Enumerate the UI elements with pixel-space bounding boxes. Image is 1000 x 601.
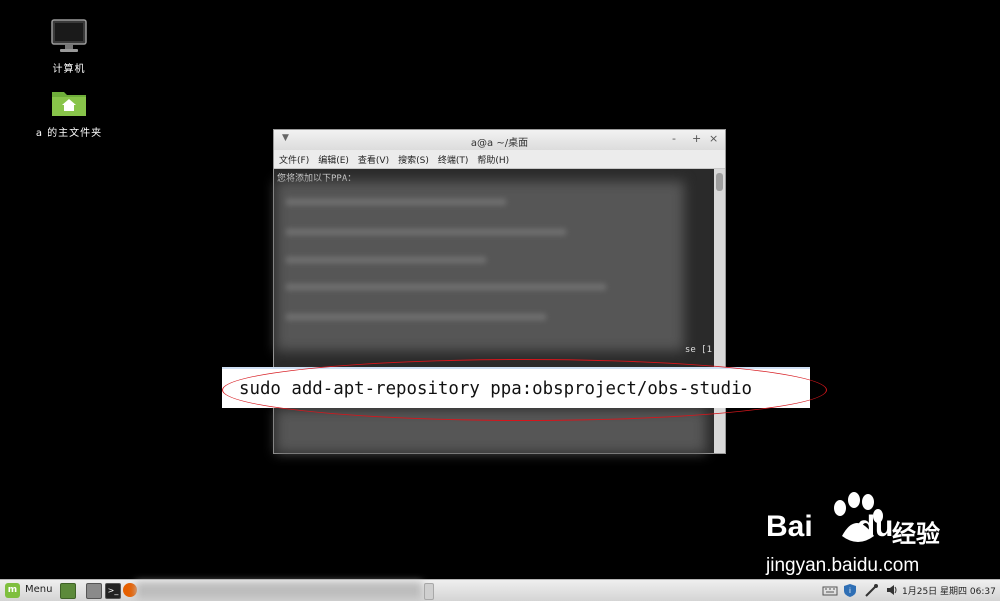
menu-file[interactable]: 文件(F) bbox=[279, 153, 309, 166]
home-folder-icon bbox=[52, 92, 86, 116]
blurred-output bbox=[276, 181, 684, 351]
menu-button[interactable]: Menu bbox=[25, 584, 52, 599]
watermark-cn: 经验 bbox=[892, 520, 940, 548]
desktop-icon-computer[interactable]: 计算机 bbox=[24, 18, 114, 75]
svg-text:i: i bbox=[849, 587, 851, 595]
network-icon[interactable] bbox=[863, 583, 879, 598]
monitor-icon bbox=[51, 19, 87, 52]
terminal-output[interactable]: 您将添加以下PPA： se [1 bbox=[274, 169, 714, 453]
terminal-partial-text: se [1 bbox=[684, 345, 712, 355]
terminal-scrollbar[interactable] bbox=[714, 169, 725, 453]
close-button[interactable]: × bbox=[709, 132, 718, 145]
blurred-line bbox=[286, 257, 486, 263]
mint-menu-icon[interactable]: m bbox=[5, 583, 20, 598]
menu-search[interactable]: 搜索(S) bbox=[398, 153, 429, 166]
blurred-line bbox=[286, 314, 546, 320]
terminal-menubar: 文件(F) 编辑(E) 查看(V) 搜索(S) 终端(T) 帮助(H) bbox=[274, 150, 725, 169]
blurred-window-list bbox=[136, 582, 422, 599]
blurred-line bbox=[286, 284, 606, 290]
watermark-brand-b: du bbox=[856, 510, 894, 543]
desktop-icon-label: a 的主文件夹 bbox=[35, 128, 103, 139]
clock[interactable]: 1月25日 星期四 06:37 bbox=[902, 584, 996, 599]
desktop-icon-label: 计算机 bbox=[52, 64, 86, 75]
volume-icon[interactable] bbox=[885, 583, 899, 598]
window-title: a@a ~/桌面 bbox=[470, 138, 529, 149]
firefox-icon[interactable] bbox=[123, 583, 137, 597]
minimize-button[interactable]: - bbox=[672, 132, 676, 145]
blurred-output bbox=[276, 409, 706, 453]
window-titlebar[interactable]: ▼ a@a ~/桌面 - + × bbox=[274, 130, 725, 150]
shield-icon[interactable]: i bbox=[842, 583, 858, 598]
baidu-watermark: Bai du 经验 jingyan.baidu.com bbox=[766, 492, 946, 582]
menu-edit[interactable]: 编辑(E) bbox=[318, 153, 349, 166]
show-desktop-icon[interactable] bbox=[60, 583, 76, 599]
file-manager-icon[interactable] bbox=[86, 583, 102, 599]
command-text: sudo add-apt-repository ppa:obsproject/o… bbox=[239, 378, 753, 399]
watermark-brand-a: Bai bbox=[766, 510, 813, 543]
menu-view[interactable]: 查看(V) bbox=[358, 153, 389, 166]
taskbar: m Menu >_ i 1月25日 星期四 06:37 bbox=[0, 579, 1000, 601]
menu-help[interactable]: 帮助(H) bbox=[477, 153, 509, 166]
command-highlight: sudo add-apt-repository ppa:obsproject/o… bbox=[222, 367, 810, 408]
desktop-icon-home-folder[interactable]: a 的主文件夹 bbox=[24, 86, 114, 139]
window-list-handle[interactable] bbox=[424, 583, 434, 600]
scrollbar-thumb[interactable] bbox=[716, 173, 723, 191]
blurred-line bbox=[286, 199, 506, 205]
blurred-line bbox=[286, 229, 566, 235]
maximize-button[interactable]: + bbox=[692, 132, 701, 145]
keyboard-icon[interactable] bbox=[822, 583, 838, 598]
menu-terminal[interactable]: 终端(T) bbox=[438, 153, 469, 166]
watermark-brand: Bai du bbox=[766, 510, 893, 544]
terminal-launcher-icon[interactable]: >_ bbox=[105, 583, 121, 599]
watermark-url: jingyan.baidu.com bbox=[766, 555, 920, 576]
